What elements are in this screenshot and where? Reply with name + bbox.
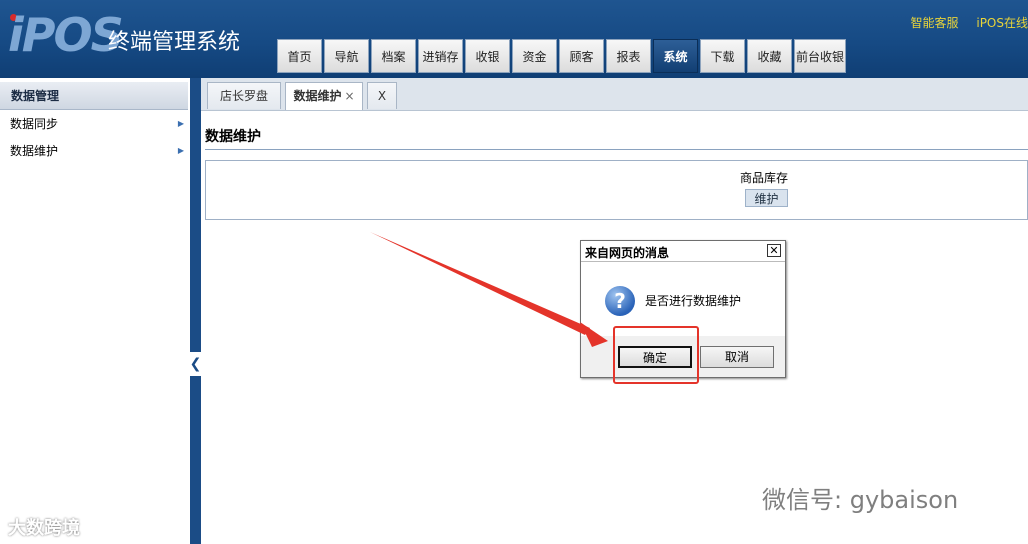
tab-label: 数据维护 [293, 89, 342, 103]
nav-tab-front-cashier[interactable]: 前台收银 [794, 39, 846, 73]
collapse-sidebar-button[interactable]: ❮ [190, 352, 201, 376]
tab-store-compass[interactable]: 店长罗盘 [207, 82, 281, 109]
top-links: 智能客服 iPOS在线 [897, 14, 1028, 31]
nav-tab-favorites[interactable]: 收藏 [747, 39, 792, 73]
title-divider [205, 149, 1028, 150]
nav-tab-system[interactable]: 系统 [653, 39, 698, 73]
sidebar-divider [190, 78, 201, 544]
question-icon: ? [605, 286, 635, 316]
nav-tab-reports[interactable]: 报表 [606, 39, 651, 73]
sidebar-item-label: 数据同步 [10, 117, 59, 131]
nav-tab-inventory[interactable]: 进销存 [418, 39, 463, 73]
page-title: 数据维护 [205, 129, 261, 145]
dialog-title: 来自网页的消息 [585, 246, 670, 260]
tab-label: X [377, 89, 387, 103]
tab-label: 店长罗盘 [219, 89, 268, 103]
nav-tab-archive[interactable]: 档案 [371, 39, 416, 73]
nav-tab-funds[interactable]: 资金 [512, 39, 557, 73]
nav-tab-navigation[interactable]: 导航 [324, 39, 369, 73]
maintain-button[interactable]: 维护 [745, 189, 788, 207]
nav-tab-download[interactable]: 下载 [700, 39, 745, 73]
watermark-left: 大数跨境 [8, 518, 80, 539]
nav-tab-home[interactable]: 首页 [277, 39, 322, 73]
nav-tab-cashier[interactable]: 收银 [465, 39, 510, 73]
sidebar: 数据管理 数据同步 ▶ 数据维护 ▶ [0, 78, 190, 544]
main-nav: 首页 导航 档案 进销存 收银 资金 顾客 报表 系统 下载 收藏 前台收银 [277, 39, 846, 75]
sidebar-title: 数据管理 [0, 82, 188, 110]
logo: iPOS [8, 8, 124, 62]
close-tab-icon[interactable]: × [344, 89, 354, 103]
watermark-right: 微信号: gybaison [762, 486, 959, 514]
dialog-close-button[interactable]: ✕ [767, 244, 781, 257]
top-link-support[interactable]: 智能客服 [911, 16, 959, 30]
highlight-box [613, 326, 699, 384]
maintenance-panel: 商品库存 维护 [205, 160, 1028, 220]
tab-close-all[interactable]: X [367, 82, 397, 109]
dialog-body: ? 是否进行数据维护 [581, 262, 785, 336]
sidebar-item-data-maintenance[interactable]: 数据维护 ▶ [0, 139, 188, 163]
sidebar-item-label: 数据维护 [10, 144, 59, 158]
dialog-message: 是否进行数据维护 [645, 294, 742, 308]
chevron-left-icon: ❮ [189, 356, 202, 372]
triangle-right-icon: ▶ [177, 146, 184, 155]
header-bar: iPOS 终端管理系统 智能客服 iPOS在线 首页 导航 档案 进销存 收银 … [0, 0, 1028, 78]
app-title: 终端管理系统 [108, 30, 241, 55]
tab-data-maintenance[interactable]: 数据维护 × [285, 82, 363, 110]
sidebar-item-data-sync[interactable]: 数据同步 ▶ [0, 112, 188, 136]
top-link-ipos-online[interactable]: iPOS在线 [976, 16, 1028, 30]
cancel-button[interactable]: 取消 [700, 346, 774, 368]
dialog-titlebar: 来自网页的消息 ✕ [581, 241, 785, 262]
inventory-label: 商品库存 [740, 171, 789, 185]
page-tabbar: 店长罗盘 数据维护 × X [201, 78, 1028, 111]
triangle-right-icon: ▶ [177, 119, 184, 128]
nav-tab-customers[interactable]: 顾客 [559, 39, 604, 73]
